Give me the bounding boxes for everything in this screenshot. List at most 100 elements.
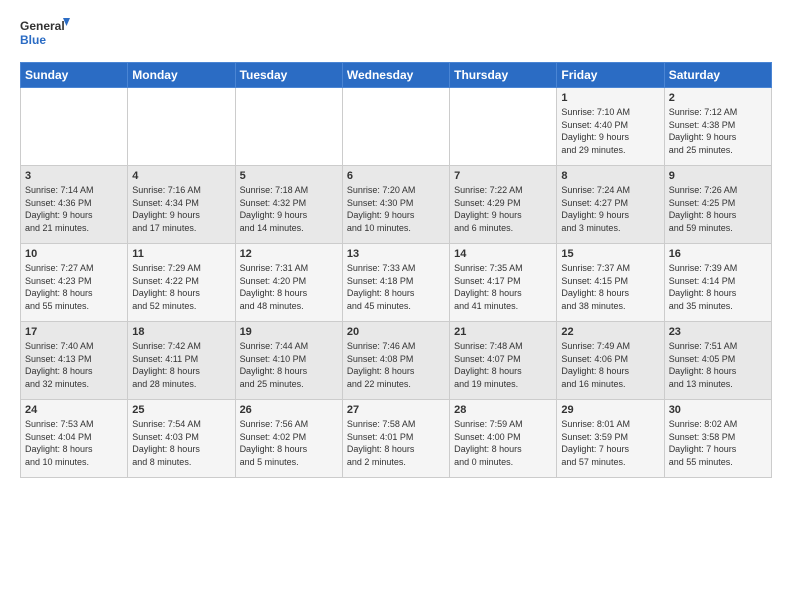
day-number: 7	[454, 170, 552, 182]
day-info: Sunrise: 7:26 AM Sunset: 4:25 PM Dayligh…	[669, 184, 767, 234]
day-number: 5	[240, 170, 338, 182]
cell-w4-d1: 18 Sunrise: 7:42 AM Sunset: 4:11 PM Dayli…	[128, 322, 235, 400]
day-number: 12	[240, 248, 338, 260]
day-number: 26	[240, 404, 338, 416]
day-info: Sunrise: 7:54 AM Sunset: 4:03 PM Dayligh…	[132, 418, 230, 468]
cell-w1-d1	[128, 88, 235, 166]
day-info: Sunrise: 7:14 AM Sunset: 4:36 PM Dayligh…	[25, 184, 123, 234]
day-info: Sunrise: 7:48 AM Sunset: 4:07 PM Dayligh…	[454, 340, 552, 390]
day-info: Sunrise: 7:40 AM Sunset: 4:13 PM Dayligh…	[25, 340, 123, 390]
cell-w2-d6: 9Sunrise: 7:26 AM Sunset: 4:25 PM Daylig…	[664, 166, 771, 244]
header-wednesday: Wednesday	[342, 63, 449, 88]
cell-w3-d5: 15Sunrise: 7:37 AM Sunset: 4:15 PM Dayli…	[557, 244, 664, 322]
day-number: 6	[347, 170, 445, 182]
cell-w5-d5: 29 Sunrise: 8:01 AM Sunset: 3:59 PM Dayli…	[557, 400, 664, 478]
day-info: Sunrise: 7:27 AM Sunset: 4:23 PM Dayligh…	[25, 262, 123, 312]
cell-w4-d4: 21 Sunrise: 7:48 AM Sunset: 4:07 PM Dayli…	[450, 322, 557, 400]
day-info: Sunrise: 7:35 AM Sunset: 4:17 PM Dayligh…	[454, 262, 552, 312]
day-number: 29	[561, 404, 659, 416]
day-number: 25	[132, 404, 230, 416]
cell-w3-d0: 10 Sunrise: 7:27 AM Sunset: 4:23 PM Dayli…	[21, 244, 128, 322]
svg-text:General: General	[20, 19, 65, 33]
day-info: Sunrise: 7:51 AM Sunset: 4:05 PM Dayligh…	[669, 340, 767, 390]
cell-w2-d3: 6Sunrise: 7:20 AM Sunset: 4:30 PM Daylig…	[342, 166, 449, 244]
cell-w1-d0	[21, 88, 128, 166]
day-number: 22	[561, 326, 659, 338]
day-number: 27	[347, 404, 445, 416]
cell-w1-d6: 2Sunrise: 7:12 AM Sunset: 4:38 PM Daylig…	[664, 88, 771, 166]
day-number: 10	[25, 248, 123, 260]
cell-w5-d2: 26 Sunrise: 7:56 AM Sunset: 4:02 PM Dayli…	[235, 400, 342, 478]
header-sunday: Sunday	[21, 63, 128, 88]
day-number: 21	[454, 326, 552, 338]
cell-w2-d4: 7 Sunrise: 7:22 AM Sunset: 4:29 PM Daylig…	[450, 166, 557, 244]
week-row-2: 3 Sunrise: 7:14 AM Sunset: 4:36 PM Daylig…	[21, 166, 772, 244]
day-number: 19	[240, 326, 338, 338]
cell-w4-d0: 17 Sunrise: 7:40 AM Sunset: 4:13 PM Dayli…	[21, 322, 128, 400]
day-info: Sunrise: 7:59 AM Sunset: 4:00 PM Dayligh…	[454, 418, 552, 468]
day-info: Sunrise: 8:02 AM Sunset: 3:58 PM Dayligh…	[669, 418, 767, 468]
cell-w3-d4: 14 Sunrise: 7:35 AM Sunset: 4:17 PM Dayli…	[450, 244, 557, 322]
cell-w4-d6: 23 Sunrise: 7:51 AM Sunset: 4:05 PM Dayli…	[664, 322, 771, 400]
header-tuesday: Tuesday	[235, 63, 342, 88]
cell-w2-d1: 4Sunrise: 7:16 AM Sunset: 4:34 PM Daylig…	[128, 166, 235, 244]
day-number: 2	[669, 92, 767, 104]
logo: General Blue	[20, 16, 70, 52]
day-info: Sunrise: 7:46 AM Sunset: 4:08 PM Dayligh…	[347, 340, 445, 390]
day-info: Sunrise: 8:01 AM Sunset: 3:59 PM Dayligh…	[561, 418, 659, 468]
week-row-1: 1 Sunrise: 7:10 AM Sunset: 4:40 PM Daylig…	[21, 88, 772, 166]
day-info: Sunrise: 7:53 AM Sunset: 4:04 PM Dayligh…	[25, 418, 123, 468]
cell-w5-d6: 30 Sunrise: 8:02 AM Sunset: 3:58 PM Dayli…	[664, 400, 771, 478]
day-info: Sunrise: 7:42 AM Sunset: 4:11 PM Dayligh…	[132, 340, 230, 390]
day-info: Sunrise: 7:44 AM Sunset: 4:10 PM Dayligh…	[240, 340, 338, 390]
header-row: SundayMondayTuesdayWednesdayThursdayFrid…	[21, 63, 772, 88]
calendar-table: SundayMondayTuesdayWednesdayThursdayFrid…	[20, 62, 772, 478]
cell-w1-d2	[235, 88, 342, 166]
day-number: 3	[25, 170, 123, 182]
header: General Blue	[20, 16, 772, 52]
day-info: Sunrise: 7:18 AM Sunset: 4:32 PM Dayligh…	[240, 184, 338, 234]
day-info: Sunrise: 7:58 AM Sunset: 4:01 PM Dayligh…	[347, 418, 445, 468]
logo-svg: General Blue	[20, 16, 70, 52]
cell-w1-d5: 1 Sunrise: 7:10 AM Sunset: 4:40 PM Daylig…	[557, 88, 664, 166]
day-info: Sunrise: 7:56 AM Sunset: 4:02 PM Dayligh…	[240, 418, 338, 468]
day-number: 8	[561, 170, 659, 182]
page: General Blue SundayMondayTuesdayWednesda…	[0, 0, 792, 488]
day-info: Sunrise: 7:39 AM Sunset: 4:14 PM Dayligh…	[669, 262, 767, 312]
week-row-4: 17 Sunrise: 7:40 AM Sunset: 4:13 PM Dayli…	[21, 322, 772, 400]
svg-text:Blue: Blue	[20, 33, 46, 47]
cell-w4-d3: 20Sunrise: 7:46 AM Sunset: 4:08 PM Dayli…	[342, 322, 449, 400]
cell-w5-d3: 27 Sunrise: 7:58 AM Sunset: 4:01 PM Dayli…	[342, 400, 449, 478]
day-info: Sunrise: 7:24 AM Sunset: 4:27 PM Dayligh…	[561, 184, 659, 234]
header-monday: Monday	[128, 63, 235, 88]
cell-w2-d2: 5 Sunrise: 7:18 AM Sunset: 4:32 PM Daylig…	[235, 166, 342, 244]
day-info: Sunrise: 7:22 AM Sunset: 4:29 PM Dayligh…	[454, 184, 552, 234]
cell-w3-d6: 16Sunrise: 7:39 AM Sunset: 4:14 PM Dayli…	[664, 244, 771, 322]
cell-w2-d5: 8 Sunrise: 7:24 AM Sunset: 4:27 PM Daylig…	[557, 166, 664, 244]
day-number: 11	[132, 248, 230, 260]
week-row-3: 10 Sunrise: 7:27 AM Sunset: 4:23 PM Dayli…	[21, 244, 772, 322]
cell-w1-d4	[450, 88, 557, 166]
day-number: 17	[25, 326, 123, 338]
day-info: Sunrise: 7:49 AM Sunset: 4:06 PM Dayligh…	[561, 340, 659, 390]
day-number: 18	[132, 326, 230, 338]
cell-w5-d1: 25 Sunrise: 7:54 AM Sunset: 4:03 PM Dayli…	[128, 400, 235, 478]
day-number: 13	[347, 248, 445, 260]
day-info: Sunrise: 7:29 AM Sunset: 4:22 PM Dayligh…	[132, 262, 230, 312]
day-number: 14	[454, 248, 552, 260]
cell-w2-d0: 3 Sunrise: 7:14 AM Sunset: 4:36 PM Daylig…	[21, 166, 128, 244]
cell-w5-d4: 28Sunrise: 7:59 AM Sunset: 4:00 PM Dayli…	[450, 400, 557, 478]
day-number: 30	[669, 404, 767, 416]
day-info: Sunrise: 7:10 AM Sunset: 4:40 PM Dayligh…	[561, 106, 659, 156]
header-friday: Friday	[557, 63, 664, 88]
day-number: 15	[561, 248, 659, 260]
cell-w4-d5: 22 Sunrise: 7:49 AM Sunset: 4:06 PM Dayli…	[557, 322, 664, 400]
week-row-5: 24 Sunrise: 7:53 AM Sunset: 4:04 PM Dayli…	[21, 400, 772, 478]
day-info: Sunrise: 7:31 AM Sunset: 4:20 PM Dayligh…	[240, 262, 338, 312]
day-number: 1	[561, 92, 659, 104]
cell-w3-d1: 11 Sunrise: 7:29 AM Sunset: 4:22 PM Dayli…	[128, 244, 235, 322]
day-number: 23	[669, 326, 767, 338]
cell-w3-d3: 13Sunrise: 7:33 AM Sunset: 4:18 PM Dayli…	[342, 244, 449, 322]
day-number: 24	[25, 404, 123, 416]
header-thursday: Thursday	[450, 63, 557, 88]
